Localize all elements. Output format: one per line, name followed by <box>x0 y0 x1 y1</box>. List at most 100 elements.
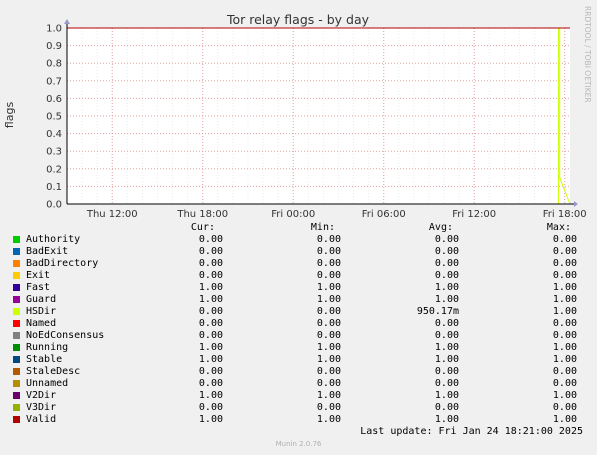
legend-min-value: 0.00 <box>316 318 341 329</box>
legend-avg-value: 0.00 <box>434 366 459 377</box>
legend-max-value: 1.00 <box>552 282 577 293</box>
y-tick-label: 0.3 <box>46 147 62 158</box>
legend-avg-value: 0.00 <box>434 234 459 245</box>
legend-series-name: BadDirectory <box>26 258 99 269</box>
legend-max-value: 0.00 <box>552 378 577 389</box>
legend-series-name: Unnamed <box>26 378 69 389</box>
legend-series-name: Valid <box>26 414 57 425</box>
legend-row: Running 1.00 1.00 1.00 1.00 <box>0 342 597 354</box>
legend-header-cur: Cur: <box>190 222 215 233</box>
legend-max-value: 0.00 <box>552 258 577 269</box>
legend-row: NoEdConsensus 0.00 0.00 0.00 0.00 <box>0 330 597 342</box>
y-tick-label: 1.0 <box>46 24 62 35</box>
y-tick-label: 0.9 <box>46 41 62 52</box>
legend-swatch <box>13 236 20 243</box>
last-update: Last update: Fri Jan 24 18:21:00 2025 <box>360 426 583 437</box>
legend-max-value: 0.00 <box>552 366 577 377</box>
legend-series-name: Exit <box>26 270 51 281</box>
legend-row: V2Dir 1.00 1.00 1.00 1.00 <box>0 390 597 402</box>
legend-cur-value: 0.00 <box>198 258 223 269</box>
legend-cur-value: 0.00 <box>198 378 223 389</box>
y-tick-label: 0.2 <box>46 164 62 175</box>
legend-avg-value: 950.17m <box>416 306 459 317</box>
legend-max-value: 1.00 <box>552 390 577 401</box>
legend-min-value: 0.00 <box>316 270 341 281</box>
legend-swatch <box>13 392 20 399</box>
x-tick-label: Fri 06:00 <box>362 209 406 220</box>
legend-row: V3Dir 0.00 0.00 0.00 0.00 <box>0 402 597 414</box>
x-tick-label: Thu 18:00 <box>176 209 228 220</box>
legend-max-value: 0.00 <box>552 318 577 329</box>
legend-cur-value: 0.00 <box>198 330 223 341</box>
legend-cur-value: 0.00 <box>198 306 223 317</box>
legend-min-value: 0.00 <box>316 330 341 341</box>
legend-swatch <box>13 332 20 339</box>
legend-swatch <box>13 284 20 291</box>
x-tick-label: Thu 12:00 <box>86 209 138 220</box>
y-tick-label: 0.6 <box>46 94 62 105</box>
x-tick-label: Fri 12:00 <box>452 209 496 220</box>
munin-version: Munin 2.0.76 <box>275 440 322 448</box>
legend-swatch <box>13 380 20 387</box>
legend-series-name: Stable <box>26 354 63 365</box>
legend-max-value: 0.00 <box>552 246 577 257</box>
legend-max-value: 0.00 <box>552 330 577 341</box>
legend-series-name: StaleDesc <box>26 366 81 377</box>
y-tick-label: 0.0 <box>46 200 62 211</box>
chart-title: Tor relay flags - by day <box>226 12 370 27</box>
legend-min-value: 1.00 <box>316 342 341 353</box>
x-axis-arrow <box>574 201 578 207</box>
legend-row: BadDirectory 0.00 0.00 0.00 0.00 <box>0 258 597 270</box>
legend-avg-value: 0.00 <box>434 402 459 413</box>
legend-swatch <box>13 248 20 255</box>
legend-cur-value: 0.00 <box>198 402 223 413</box>
legend-max-value: 1.00 <box>552 294 577 305</box>
legend-min-value: 1.00 <box>316 390 341 401</box>
legend-cur-value: 1.00 <box>198 294 223 305</box>
legend-row: Unnamed 0.00 0.00 0.00 0.00 <box>0 378 597 390</box>
legend-avg-value: 1.00 <box>434 354 459 365</box>
legend-avg-value: 0.00 <box>434 270 459 281</box>
legend-avg-value: 1.00 <box>434 414 459 425</box>
legend-series-name: Authority <box>26 234 81 245</box>
x-tick-label: Fri 18:00 <box>543 209 587 220</box>
legend-cur-value: 0.00 <box>198 246 223 257</box>
legend-min-value: 0.00 <box>316 366 341 377</box>
legend-series-name: Guard <box>26 294 57 305</box>
legend-series-name: V2Dir <box>26 390 57 401</box>
legend-min-value: 1.00 <box>316 414 341 425</box>
legend-max-value: 0.00 <box>552 270 577 281</box>
legend-row: Fast 1.00 1.00 1.00 1.00 <box>0 282 597 294</box>
legend-min-value: 1.00 <box>316 354 341 365</box>
legend-cur-value: 0.00 <box>198 366 223 377</box>
legend-max-value: 1.00 <box>552 342 577 353</box>
legend-row: Authority 0.00 0.00 0.00 0.00 <box>0 234 597 246</box>
legend-swatch <box>13 344 20 351</box>
legend-swatch <box>13 260 20 267</box>
legend-row: Stable 1.00 1.00 1.00 1.00 <box>0 354 597 366</box>
legend-header: Cur: Min: Avg: Max: <box>0 222 597 234</box>
legend-row: HSDir 0.00 0.00 950.17m 1.00 <box>0 306 597 318</box>
legend-min-value: 0.00 <box>316 258 341 269</box>
legend-swatch <box>13 404 20 411</box>
legend-min-value: 1.00 <box>316 294 341 305</box>
legend-swatch <box>13 308 20 315</box>
legend-series-name: NoEdConsensus <box>26 330 105 341</box>
munin-graph: 0.0 0.1 0.2 0.3 0.4 0.5 0.6 0.7 0.8 0.9 1.0 Thu 12:… <box>0 0 597 455</box>
legend-cur-value: 1.00 <box>198 354 223 365</box>
legend-cur-value: 1.00 <box>198 390 223 401</box>
legend-cur-value: 1.00 <box>198 342 223 353</box>
legend-cur-value: 1.00 <box>198 282 223 293</box>
legend-swatch <box>13 296 20 303</box>
legend-cur-value: 1.00 <box>198 414 223 425</box>
y-tick-label: 0.1 <box>46 182 62 193</box>
legend-avg-value: 0.00 <box>434 246 459 257</box>
legend-row: Guard 1.00 1.00 1.00 1.00 <box>0 294 597 306</box>
y-axis-arrow <box>64 19 70 24</box>
legend-cur-value: 0.00 <box>198 270 223 281</box>
x-tick-label: Fri 00:00 <box>271 209 315 220</box>
legend-series-name: Named <box>26 318 57 329</box>
legend-series-name: Fast <box>26 282 51 293</box>
y-tick-label: 0.4 <box>46 129 62 140</box>
legend-swatch <box>13 416 20 423</box>
